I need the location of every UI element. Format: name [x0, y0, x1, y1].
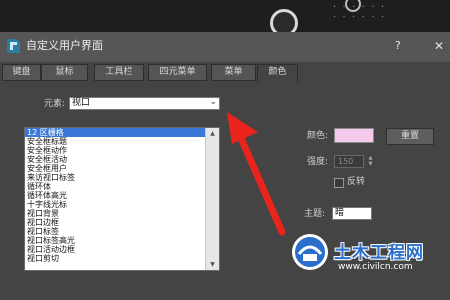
watermark-logo	[292, 234, 328, 270]
watermark-title: 土木工程网	[334, 243, 424, 263]
watermark-url: www.civilcn.com	[338, 262, 413, 272]
